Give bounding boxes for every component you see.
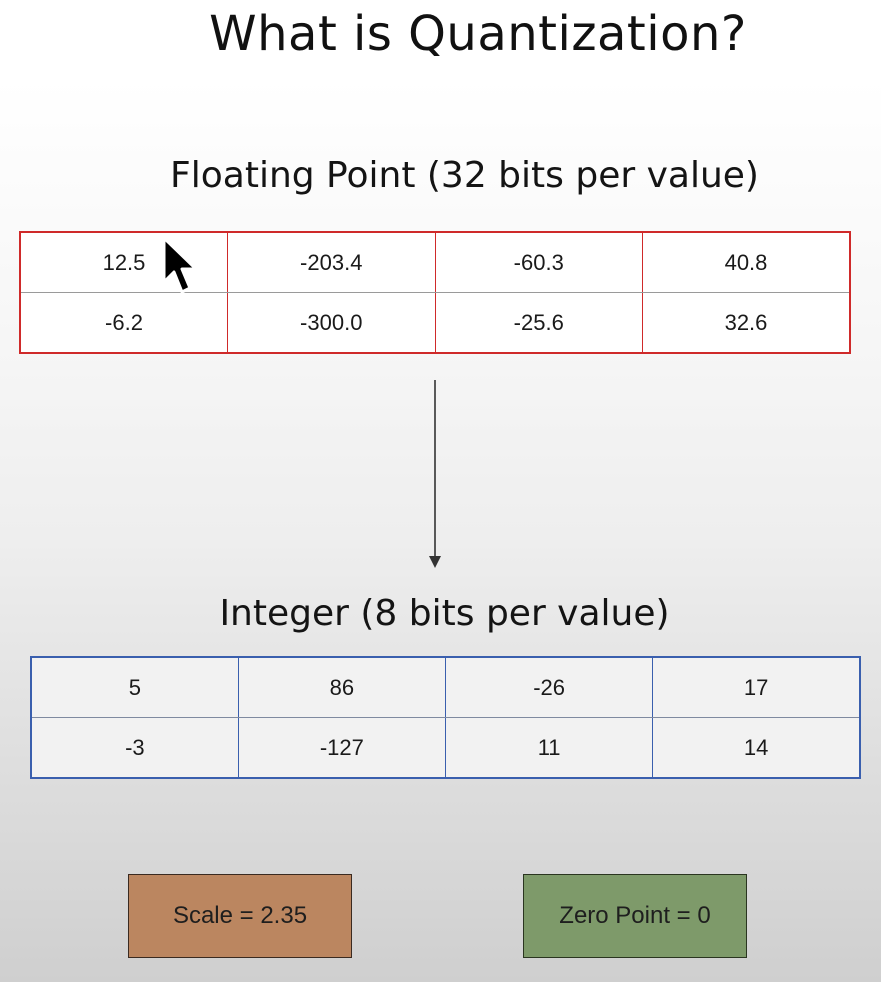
table-cell: 14 [652, 717, 861, 779]
table-cell: -6.2 [19, 292, 228, 354]
table-cell: -26 [444, 656, 654, 718]
table-cell: 5 [30, 656, 239, 718]
table-row: -3 -127 11 14 [30, 717, 861, 779]
table-cell: 40.8 [642, 231, 851, 293]
integer-table: 5 86 -26 17 -3 -127 11 14 [30, 656, 861, 779]
table-cell: 32.6 [642, 292, 851, 354]
scale-box: Scale = 2.35 [128, 874, 352, 958]
table-cell: 17 [652, 656, 861, 718]
table-cell: -203.4 [227, 231, 436, 293]
table-cell: -60.3 [434, 231, 643, 293]
table-cell: 86 [237, 656, 447, 718]
zero-point-box: Zero Point = 0 [523, 874, 747, 958]
table-cell: -127 [237, 717, 447, 779]
table-row: 12.5 -203.4 -60.3 40.8 [19, 231, 851, 293]
table-row: -6.2 -300.0 -25.6 32.6 [19, 292, 851, 354]
table-cell: -25.6 [434, 292, 643, 354]
floating-point-table: 12.5 -203.4 -60.3 40.8 -6.2 -300.0 -25.6… [19, 231, 851, 354]
table-cell: 11 [444, 717, 654, 779]
floating-point-heading: Floating Point (32 bits per value) [170, 155, 759, 196]
table-cell: -300.0 [227, 292, 436, 354]
mouse-cursor-icon [162, 236, 198, 294]
table-row: 5 86 -26 17 [30, 656, 861, 718]
arrow-down-icon [429, 380, 441, 568]
integer-heading: Integer (8 bits per value) [219, 593, 670, 634]
page-title: What is Quantization? [209, 6, 747, 62]
table-cell: -3 [30, 717, 239, 779]
